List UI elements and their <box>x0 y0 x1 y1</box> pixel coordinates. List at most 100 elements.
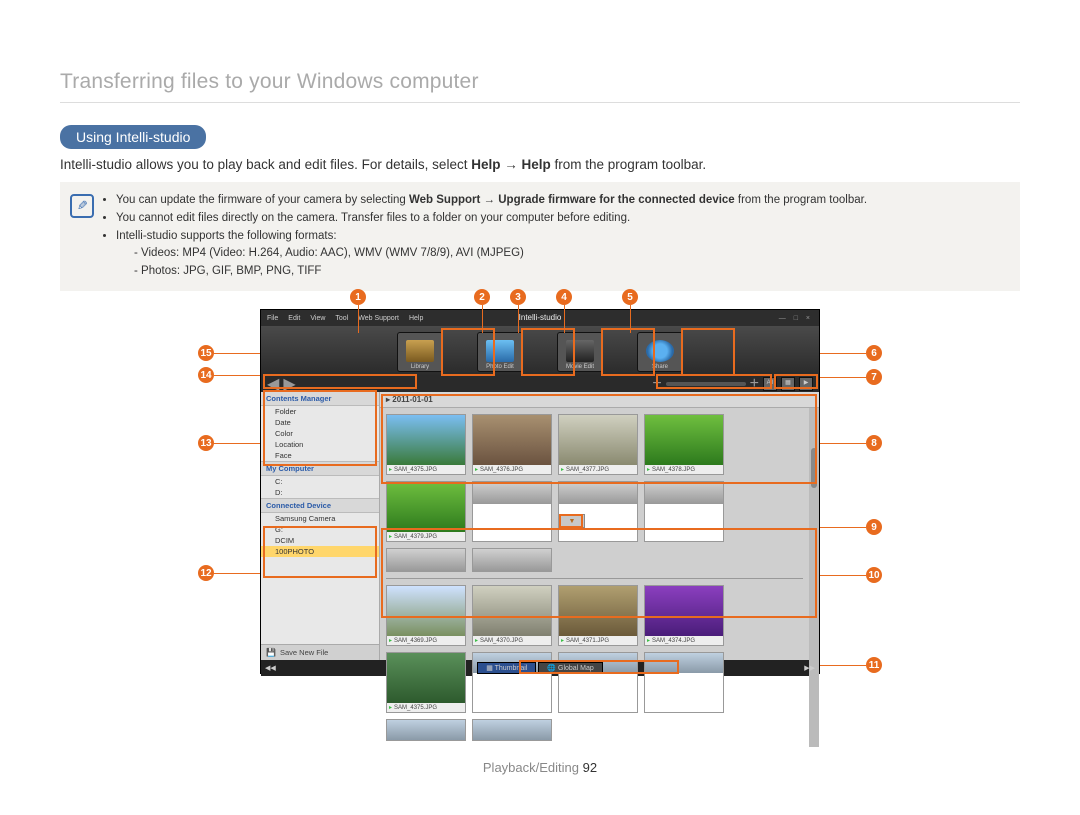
app-logo: Intelli-studio <box>519 313 562 322</box>
tool-library-label: Library <box>411 364 429 370</box>
menu-help[interactable]: Help <box>409 315 423 322</box>
menu-file[interactable]: File <box>267 315 278 322</box>
thumbnail-item[interactable] <box>472 719 552 741</box>
thumb-caption: SAM_4379.JPG <box>387 532 465 541</box>
sidebar-item-folder[interactable]: Folder <box>261 406 379 417</box>
note1-b2: Upgrade firmware for the connected devic… <box>498 194 734 206</box>
menu-web-support[interactable]: Web Support <box>358 315 399 322</box>
thumb-caption: SAM_4369.JPG <box>387 636 465 645</box>
note1-pre: You can update the firmware of your came… <box>116 194 409 206</box>
tool-library[interactable]: Library <box>397 332 443 372</box>
sidebar-item-100photo[interactable]: 100PHOTO <box>261 546 379 557</box>
sidebar-item-g[interactable]: G: <box>261 524 379 535</box>
intro-text: Intelli-studio allows you to play back a… <box>60 157 1020 172</box>
view-map-tab[interactable]: 🌐 Global Map <box>538 662 602 674</box>
tool-row: Library Photo Edit Movie Edit Share <box>261 326 819 376</box>
nav-fwd-icon[interactable]: ▶ <box>283 374 295 394</box>
tool-movie-label: Movie Edit <box>566 364 594 370</box>
thumbnail-item[interactable]: SAM_4378.JPG <box>644 414 724 475</box>
sidebar-item-location[interactable]: Location <box>261 439 379 450</box>
thumb-caption: SAM_4376.JPG <box>473 465 551 474</box>
tool-share[interactable]: Share <box>637 332 683 372</box>
page-footer: Playback/Editing 92 <box>0 760 1080 775</box>
note-subitem: Videos: MP4 (Video: H.264, Audio: AAC), … <box>134 245 1010 263</box>
thumbnail-item[interactable] <box>558 481 638 542</box>
save-new-file-button[interactable]: Save New File <box>261 644 379 660</box>
callout-8: 8 <box>866 435 882 451</box>
app-window: File Edit View Tool Web Support Help — □… <box>260 309 820 674</box>
callout-12: 12 <box>198 565 214 581</box>
sidebar-item-color[interactable]: Color <box>261 428 379 439</box>
nav-back-icon[interactable]: ◀ <box>267 374 279 394</box>
filter-video-icon[interactable]: ▶ <box>799 377 813 391</box>
zoom-slider[interactable] <box>666 382 746 386</box>
sidebar-item-d[interactable]: D: <box>261 487 379 499</box>
note-item: You cannot edit files directly on the ca… <box>116 210 1010 228</box>
note3: Intelli-studio supports the following fo… <box>116 230 337 242</box>
intro-prefix: Intelli-studio allows you to play back a… <box>60 157 471 172</box>
callout-7: 7 <box>866 369 882 385</box>
callout-3: 3 <box>510 289 526 305</box>
thumbnail-item[interactable] <box>644 652 724 713</box>
footer-page: 92 <box>583 760 597 775</box>
tool-share-label: Share <box>652 364 668 370</box>
page-heading: Transferring files to your Windows compu… <box>60 70 1020 103</box>
thumbnail-item[interactable]: SAM_4374.JPG <box>644 585 724 646</box>
thumbnail-item[interactable]: SAM_4376.JPG <box>472 414 552 475</box>
callout-11: 11 <box>866 657 882 673</box>
sidebar-item-c[interactable]: C: <box>261 476 379 487</box>
callout-10: 10 <box>866 567 882 583</box>
sidebar-head-contents[interactable]: Contents Manager <box>261 392 379 406</box>
sidebar-item-face[interactable]: Face <box>261 450 379 462</box>
menu-tool[interactable]: Tool <box>335 315 348 322</box>
thumbnail-item[interactable] <box>386 719 466 741</box>
thumbnail-item[interactable] <box>472 481 552 542</box>
callout-5: 5 <box>622 289 638 305</box>
footer-section: Playback/Editing <box>483 760 583 775</box>
intro-help2: Help <box>522 157 551 172</box>
tool-movie-edit[interactable]: Movie Edit <box>557 332 603 372</box>
callout-6: 6 <box>866 345 882 361</box>
note1-b1: Web Support <box>409 194 480 206</box>
thumb-label: Thumbnail <box>495 665 528 672</box>
thumbnail-item[interactable]: SAM_4375.JPG <box>386 414 466 475</box>
thumbnail-item[interactable]: SAM_4377.JPG <box>558 414 638 475</box>
note1-mid: → <box>484 194 499 206</box>
thumbnail-item[interactable]: SAM_4375.JPG <box>386 652 466 713</box>
intro-arrow: → <box>504 157 521 172</box>
scrollbar[interactable] <box>809 408 819 747</box>
content-area: ▸ 2011-01-01 SAM_4375.JPGSAM_4376.JPGSAM… <box>380 392 819 660</box>
sidebar-head-connected[interactable]: Connected Device <box>261 499 379 513</box>
next-icon[interactable]: ▶▶ <box>800 664 819 672</box>
thumbnail-item[interactable]: SAM_4371.JPG <box>558 585 638 646</box>
thumbnail-item[interactable] <box>472 548 552 572</box>
callout-13: 13 <box>198 435 214 451</box>
thumbnail-item[interactable] <box>644 481 724 542</box>
callout-15: 15 <box>198 345 214 361</box>
thumb-caption: SAM_4375.JPG <box>387 703 465 712</box>
split-handle-icon[interactable]: ▼ <box>559 514 585 528</box>
callout-2: 2 <box>474 289 490 305</box>
thumbnail-item[interactable] <box>386 548 466 572</box>
filter-all[interactable]: All <box>763 377 777 391</box>
sidebar-item-dcim[interactable]: DCIM <box>261 535 379 546</box>
intro-help1: Help <box>471 157 500 172</box>
thumb-caption: SAM_4377.JPG <box>559 465 637 474</box>
sidebar-item-camera[interactable]: Samsung Camera <box>261 513 379 524</box>
thumb-caption: SAM_4375.JPG <box>387 465 465 474</box>
note-box: You can update the firmware of your came… <box>60 182 1020 291</box>
thumbnail-item[interactable]: SAM_4370.JPG <box>472 585 552 646</box>
tool-photo-edit[interactable]: Photo Edit <box>477 332 523 372</box>
thumbnail-item[interactable]: SAM_4379.JPG <box>386 481 466 542</box>
menu-edit[interactable]: Edit <box>288 315 300 322</box>
note1-post: from the program toolbar. <box>738 194 867 206</box>
prev-icon[interactable]: ◀◀ <box>261 664 280 672</box>
thumbnail-item[interactable]: SAM_4369.JPG <box>386 585 466 646</box>
note-item: You can update the firmware of your came… <box>116 192 1010 210</box>
filter-photo-icon[interactable]: ▦ <box>781 377 795 391</box>
sidebar-head-mycomputer[interactable]: My Computer <box>261 462 379 476</box>
menu-view[interactable]: View <box>310 315 325 322</box>
view-thumbnail-tab[interactable]: ▦ Thumbnail <box>477 662 536 674</box>
window-controls[interactable]: — □ × <box>779 315 819 322</box>
sidebar-item-date[interactable]: Date <box>261 417 379 428</box>
